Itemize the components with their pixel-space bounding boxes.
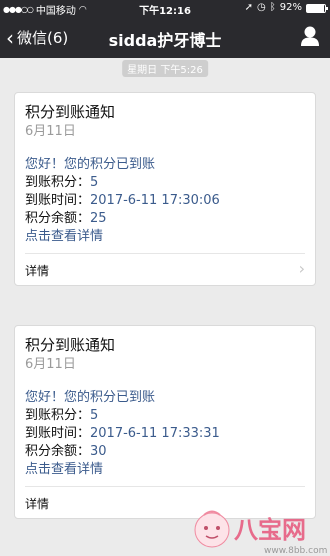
profile-button[interactable] bbox=[300, 25, 320, 47]
view-details-link[interactable]: 点击查看详情 bbox=[25, 462, 305, 478]
status-bar: ●●●○○ 中国移动 ◠ 下午12:16 ➚ ◷ ᛒ 92% bbox=[0, 0, 330, 17]
points-row: 到账积分：5 bbox=[25, 408, 305, 424]
card-body: 积分到账通知 6月11日 您好！您的积分已到账 到账积分：5 到账时间：2017… bbox=[15, 93, 315, 253]
watermark-logo: 八宝网 www.8bb.com bbox=[190, 504, 330, 556]
points-value: 5 bbox=[90, 175, 99, 190]
view-details-link[interactable]: 点击查看详情 bbox=[25, 229, 305, 245]
balance-row: 积分余额：30 bbox=[25, 444, 305, 460]
details-label: 详情 bbox=[25, 264, 50, 278]
time-row: 到账时间：2017-6-11 17:30:06 bbox=[25, 193, 305, 209]
watermark-url: www.8bb.com bbox=[264, 546, 327, 556]
bluetooth-icon: ᛒ bbox=[269, 2, 276, 13]
points-row: 到账积分：5 bbox=[25, 175, 305, 191]
card-date: 6月11日 bbox=[25, 124, 76, 139]
time-row: 到账时间：2017-6-11 17:33:31 bbox=[25, 426, 305, 442]
battery-fill bbox=[307, 4, 324, 12]
location-icon: ➚ bbox=[244, 2, 254, 13]
time-label: 到账时间： bbox=[25, 426, 91, 441]
chevron-right-icon: › bbox=[298, 259, 305, 278]
balance-label: 积分余额： bbox=[25, 211, 91, 226]
battery-icon bbox=[306, 3, 328, 13]
person-icon bbox=[301, 26, 319, 46]
card-body: 积分到账通知 6月11日 您好！您的积分已到账 到账积分：5 到账时间：2017… bbox=[15, 326, 315, 486]
message-timestamp: 星期日 下午5:26 bbox=[122, 60, 208, 77]
balance-row: 积分余额：25 bbox=[25, 211, 305, 227]
card-greeting: 您好！您的积分已到账 bbox=[25, 157, 156, 172]
points-label: 到账积分： bbox=[25, 175, 91, 190]
balance-value: 30 bbox=[90, 444, 107, 459]
balance-label: 积分余额： bbox=[25, 444, 91, 459]
watermark-text: 八宝网 bbox=[234, 516, 306, 544]
balance-value: 25 bbox=[90, 211, 107, 226]
details-row[interactable]: 详情 › bbox=[25, 253, 305, 285]
points-label: 到账积分： bbox=[25, 408, 91, 423]
time-value: 2017-6-11 17:33:31 bbox=[90, 426, 220, 441]
card-greeting: 您好！您的积分已到账 bbox=[25, 390, 156, 405]
details-label: 详情 bbox=[25, 497, 50, 511]
status-right: ➚ ◷ ᛒ 92% bbox=[244, 2, 328, 13]
card-title: 积分到账通知 bbox=[25, 103, 116, 121]
time-label: 到账时间： bbox=[25, 193, 91, 208]
battery-percent: 92% bbox=[279, 2, 302, 13]
page-title: sidda护牙博士 bbox=[108, 31, 222, 50]
nav-bar: ‹ 微信(6) sidda护牙博士 bbox=[0, 16, 330, 58]
points-value: 5 bbox=[90, 408, 99, 423]
notification-card[interactable]: 积分到账通知 6月11日 您好！您的积分已到账 到账积分：5 到账时间：2017… bbox=[14, 92, 316, 286]
notification-card[interactable]: 积分到账通知 6月11日 您好！您的积分已到账 到账积分：5 到账时间：2017… bbox=[14, 325, 316, 519]
alarm-icon: ◷ bbox=[257, 2, 266, 13]
time-value: 2017-6-11 17:30:06 bbox=[90, 193, 220, 208]
card-title: 积分到账通知 bbox=[25, 336, 116, 354]
card-date: 6月11日 bbox=[25, 357, 76, 372]
